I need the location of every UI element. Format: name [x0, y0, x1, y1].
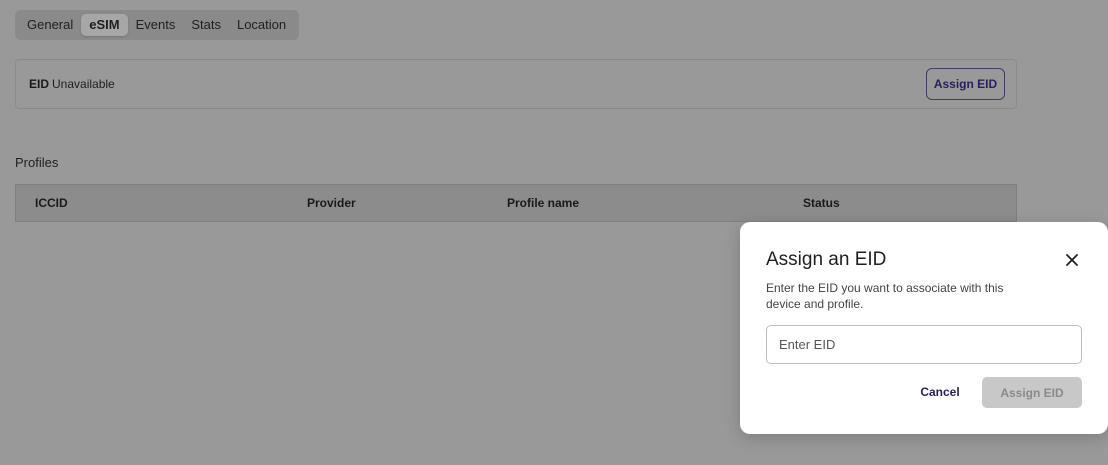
dialog-assign-eid-button[interactable]: Assign EID: [982, 377, 1082, 408]
profiles-table-header: ICCID Provider Profile name Status: [15, 184, 1017, 222]
eid-card: EID Unavailable Assign EID: [15, 59, 1017, 109]
tab-location[interactable]: Location: [229, 14, 294, 36]
eid-value: Unavailable: [52, 77, 115, 91]
column-header-iccid[interactable]: ICCID: [35, 196, 68, 210]
column-header-provider[interactable]: Provider: [307, 196, 356, 210]
eid-input[interactable]: [766, 325, 1082, 364]
tab-stats[interactable]: Stats: [183, 14, 229, 36]
tab-esim[interactable]: eSIM: [81, 14, 128, 36]
page-background: General eSIM Events Stats Location EID U…: [0, 0, 1108, 465]
cancel-button[interactable]: Cancel: [909, 377, 971, 407]
profiles-heading: Profiles: [15, 155, 59, 170]
assign-eid-dialog: Assign an EID Enter the EID you want to …: [740, 222, 1108, 434]
tab-events[interactable]: Events: [128, 14, 184, 36]
column-header-status[interactable]: Status: [803, 196, 840, 210]
tab-general[interactable]: General: [19, 14, 81, 36]
column-header-profile-name[interactable]: Profile name: [507, 196, 579, 210]
close-icon[interactable]: [1064, 252, 1080, 268]
eid-label: EID: [29, 77, 50, 91]
assign-eid-button[interactable]: Assign EID: [926, 68, 1005, 100]
dialog-title: Assign an EID: [766, 249, 887, 270]
dialog-description: Enter the EID you want to associate with…: [766, 281, 1004, 311]
tab-bar: General eSIM Events Stats Location: [15, 10, 299, 40]
